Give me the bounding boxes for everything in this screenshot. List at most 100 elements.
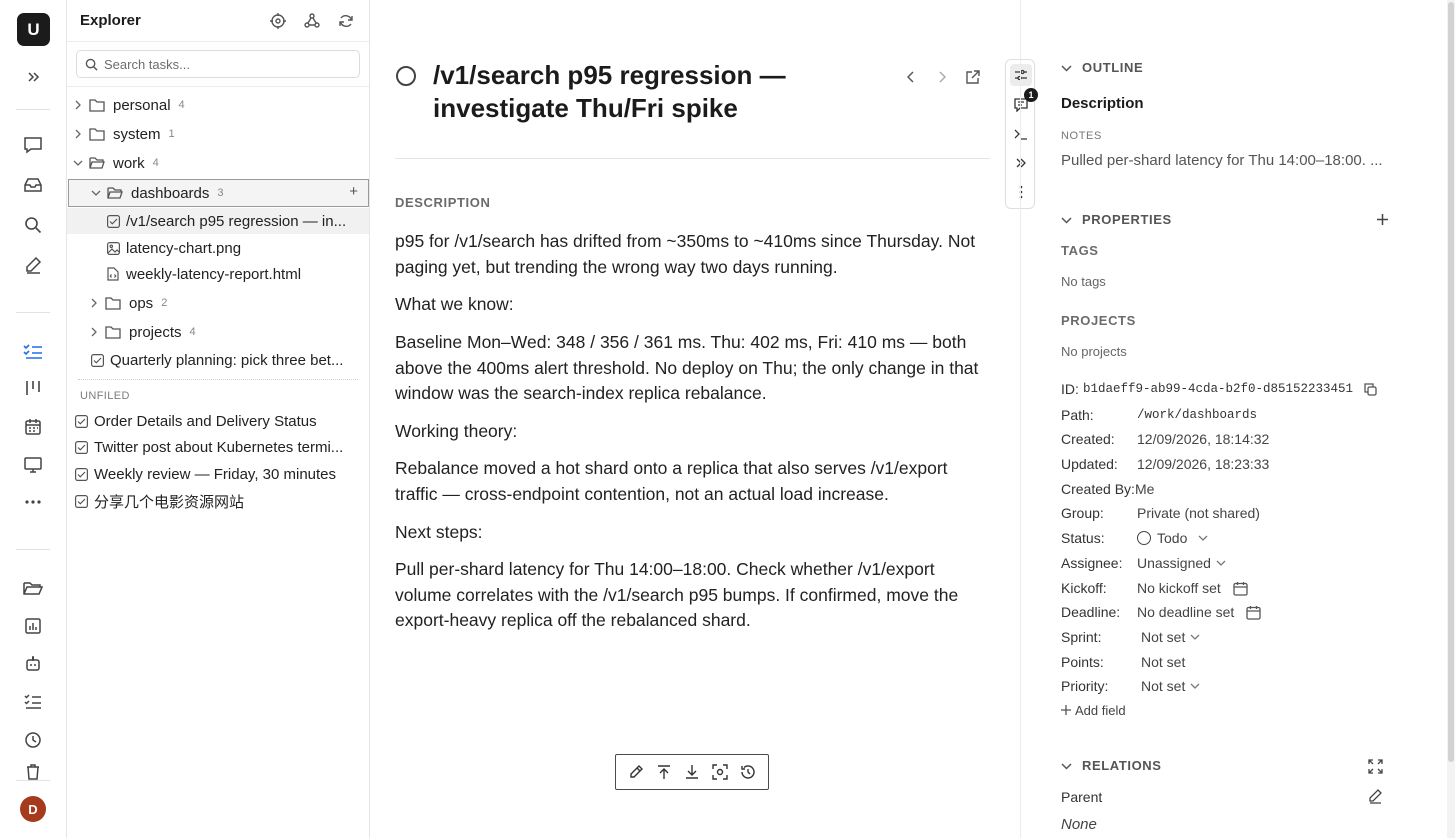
graph-icon[interactable] [301,11,323,31]
points-value[interactable]: Not set [1141,654,1185,670]
history-icon[interactable] [17,726,49,754]
todo-circle-icon [1137,531,1151,545]
item-count: 4 [152,157,159,169]
avatar[interactable]: D [20,796,46,822]
chevron-down-icon [1198,535,1208,541]
bot-icon[interactable] [17,650,49,678]
file-item-latency-chart[interactable]: latency-chart.png [67,235,369,261]
folder-personal[interactable]: personal 4 [67,92,369,118]
projects-value[interactable]: No projects [1061,344,1127,359]
updated-row: Updated: 12/09/2026, 18:23:33 [1061,453,1401,475]
status-select[interactable]: Todo [1137,530,1208,546]
priority-select[interactable]: Not set [1141,678,1200,694]
search-tasks-field[interactable] [76,50,360,78]
unfiled-task-item[interactable]: Weekly review — Friday, 30 minutes [67,461,369,487]
unfiled-task-item[interactable]: 分享几个电影资源网站 [67,488,369,514]
tasks-icon[interactable] [17,337,49,365]
description-paragraph: Next steps: [395,522,483,542]
refresh-icon[interactable] [335,11,357,31]
priority-value: Not set [1141,678,1186,694]
add-item-button[interactable]: + [349,184,358,199]
folder-open-icon [107,185,123,201]
copy-icon[interactable] [1364,382,1377,396]
trash-icon[interactable] [17,764,49,780]
status-toggle[interactable] [396,66,416,86]
task-check-icon [73,466,89,482]
item-count: 3 [217,187,224,199]
expand-sidebar-icon[interactable] [17,63,49,91]
prop-key: Points: [1061,654,1104,670]
unfiled-task-item[interactable]: Order Details and Delivery Status [67,408,369,434]
calendar-icon[interactable] [1233,581,1248,596]
compose-icon[interactable] [17,251,49,279]
chevron-right-icon[interactable] [72,99,84,111]
chevron-down-icon[interactable] [72,157,84,169]
description-paragraph: What we know: [395,294,514,314]
folder-open-icon[interactable] [17,574,49,602]
move-top-icon[interactable] [653,761,675,783]
tree-item-label: Weekly review — Friday, 30 minutes [94,465,337,483]
tree-item-label: ops [129,294,154,312]
app-logo[interactable]: U [17,13,50,46]
task-check-icon [73,493,89,509]
plus-icon [1061,705,1071,715]
inbox-icon[interactable] [17,171,49,199]
open-external-icon[interactable] [963,67,983,87]
add-field-button[interactable]: Add field [1061,699,1401,721]
chevron-right-icon[interactable] [72,128,84,140]
edit-parent-icon[interactable] [1365,786,1385,806]
folder-dashboards[interactable]: dashboards 3 + [68,179,369,207]
unfiled-task-item[interactable]: Twitter post about Kubernetes termi... [67,434,369,460]
folder-system[interactable]: system 1 [67,121,369,147]
path-row: Path: /work/dashboards [1061,404,1401,426]
search-tasks-input[interactable] [104,56,344,72]
kickoff-picker[interactable]: No kickoff set [1137,580,1248,596]
outline-section-toggle[interactable]: OUTLINE [1061,60,1143,75]
chevron-left-icon[interactable] [901,67,921,87]
move-bottom-icon[interactable] [681,761,703,783]
task-item-quarterly-planning[interactable]: Quarterly planning: pick three bet... [67,347,369,373]
expand-icon[interactable] [1365,756,1385,776]
code-file-icon [105,266,121,282]
chevron-right-icon[interactable] [88,297,100,309]
monitor-icon[interactable] [17,451,49,479]
task-item-search-regression[interactable]: /v1/search p95 regression — in... [67,208,369,234]
priority-row: Priority: Not set [1061,675,1401,697]
page-title[interactable]: /v1/search p95 regression — investigate … [433,59,853,125]
add-property-icon[interactable] [1372,209,1392,229]
chevron-right-icon[interactable] [932,67,952,87]
sprint-select[interactable]: Not set [1141,629,1200,645]
folder-projects[interactable]: projects 4 [67,319,369,345]
description-heading: DESCRIPTION [395,195,491,210]
calendar-icon[interactable] [1246,605,1261,620]
calendar-icon[interactable] [17,413,49,441]
notes-preview[interactable]: Pulled per-shard latency for Thu 14:00–1… [1061,152,1401,169]
properties-section-toggle[interactable]: PROPERTIES [1061,212,1172,227]
chevron-right-icon[interactable] [88,326,100,338]
more-icon[interactable] [17,488,49,516]
chart-folder-icon[interactable] [17,612,49,640]
task-check-icon [73,413,89,429]
edit-icon[interactable] [625,761,647,783]
relations-heading: RELATIONS [1082,758,1162,773]
tree-item-label: work [113,154,145,172]
checklist-icon[interactable] [17,688,49,716]
outline-item-description[interactable]: Description [1061,95,1144,112]
history-icon[interactable] [737,761,759,783]
folder-ops[interactable]: ops 2 [67,290,369,316]
deadline-picker[interactable]: No deadline set [1137,604,1261,620]
description-paragraph: p95 for /v1/search has drifted from ~350… [395,231,976,277]
focus-icon[interactable] [709,761,731,783]
tags-value[interactable]: No tags [1061,274,1106,289]
group-value[interactable]: Private (not shared) [1137,505,1260,521]
scrollbar-thumb[interactable] [1448,2,1454,762]
chevron-down-icon[interactable] [90,187,102,199]
chat-icon[interactable] [17,131,49,159]
search-icon[interactable] [17,211,49,239]
board-icon[interactable] [17,374,49,402]
locate-icon[interactable] [267,11,289,31]
assignee-select[interactable]: Unassigned [1137,555,1226,571]
relations-section-toggle[interactable]: RELATIONS [1061,758,1162,773]
file-item-weekly-report[interactable]: weekly-latency-report.html [67,261,369,287]
folder-work[interactable]: work 4 [67,150,369,176]
